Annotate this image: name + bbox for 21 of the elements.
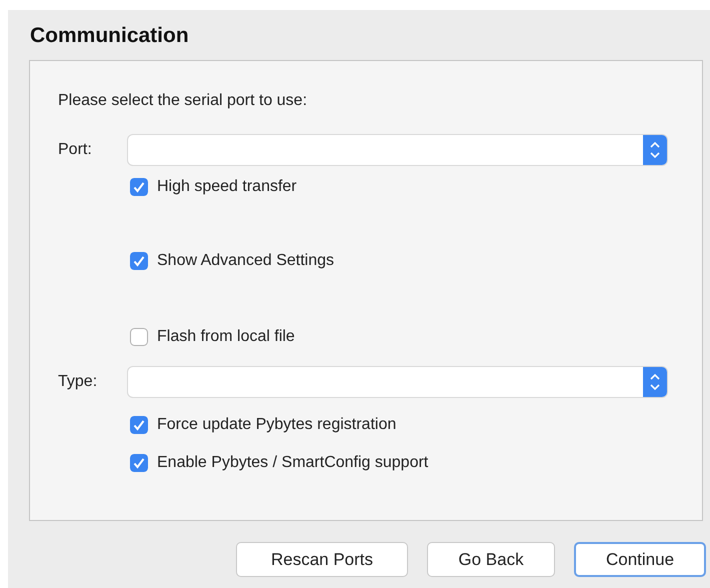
checkbox-label: High speed transfer (157, 177, 297, 197)
instruction-text: Please select the serial port to use: (58, 91, 308, 111)
stepper-icon (643, 135, 667, 165)
dialog-button[interactable]: Go Back (427, 542, 555, 577)
checkbox[interactable] (130, 178, 148, 196)
dialog-button[interactable]: Continue (574, 542, 706, 577)
field-label: Port: (58, 140, 93, 160)
checkbox[interactable] (130, 252, 148, 270)
checkbox-label: Force update Pybytes registration (157, 415, 396, 435)
dialog-button[interactable]: Rescan Ports (236, 542, 408, 577)
dropdown-field[interactable] (128, 367, 667, 397)
checkbox-label: Show Advanced Settings (157, 251, 334, 271)
checkbox[interactable] (130, 416, 148, 434)
checkbox[interactable] (130, 328, 148, 346)
checkbox-label: Enable Pybytes / SmartConfig support (157, 453, 428, 473)
dropdown-field[interactable] (128, 135, 667, 165)
checkbox-label: Flash from local file (157, 327, 295, 347)
field-label: Type: (58, 372, 98, 392)
stepper-icon (643, 367, 667, 397)
section-title: Communication (30, 23, 189, 49)
checkbox[interactable] (130, 454, 148, 472)
